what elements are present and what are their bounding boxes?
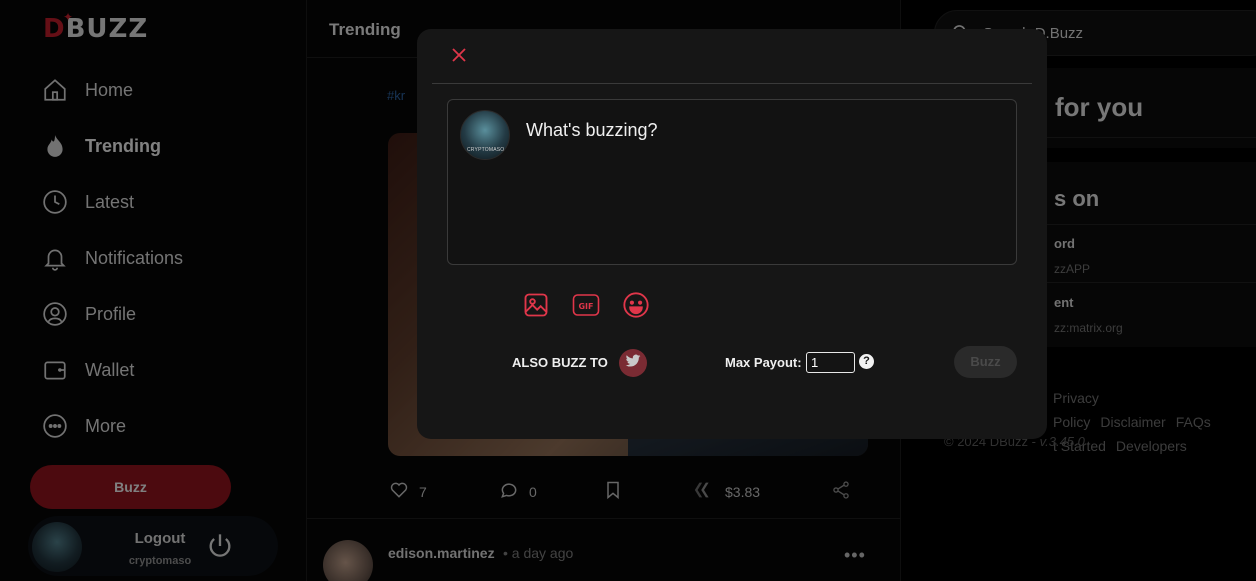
divider bbox=[432, 83, 1032, 84]
compose-tools: GIF bbox=[522, 291, 650, 319]
image-upload-icon[interactable] bbox=[522, 291, 550, 319]
max-payout-input[interactable] bbox=[806, 352, 855, 373]
twitter-icon bbox=[625, 354, 641, 373]
compose-modal: CRYPTOMASO What's buzzing? GIF ALSO BUZZ… bbox=[417, 29, 1047, 439]
close-icon[interactable] bbox=[451, 47, 467, 68]
submit-buzz-button[interactable]: Buzz bbox=[954, 346, 1017, 378]
help-icon[interactable]: ? bbox=[859, 354, 874, 369]
gif-icon[interactable]: GIF bbox=[572, 291, 600, 319]
compose-input[interactable]: What's buzzing? bbox=[526, 120, 658, 141]
also-buzz-to-label: ALSO BUZZ TO bbox=[512, 355, 608, 370]
avatar: CRYPTOMASO bbox=[460, 110, 510, 160]
emoji-icon[interactable] bbox=[622, 291, 650, 319]
max-payout-label: Max Payout: bbox=[725, 355, 802, 370]
avatar-tag: CRYPTOMASO bbox=[467, 147, 505, 153]
twitter-toggle[interactable] bbox=[619, 349, 647, 377]
compose-box[interactable]: CRYPTOMASO What's buzzing? bbox=[447, 99, 1017, 265]
svg-text:GIF: GIF bbox=[578, 302, 593, 311]
